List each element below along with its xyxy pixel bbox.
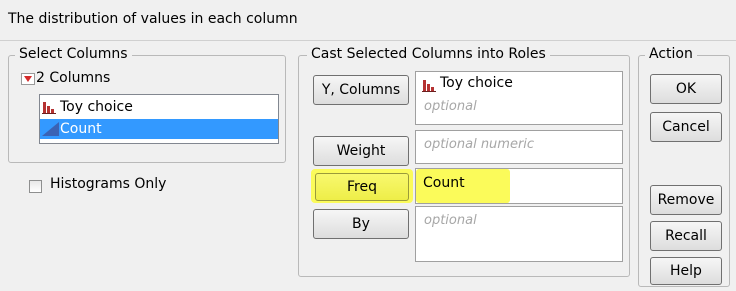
action-legend: Action: [645, 46, 697, 62]
recall-button[interactable]: Recall: [650, 221, 722, 251]
freq-button[interactable]: Freq: [315, 173, 409, 201]
select-columns-legend: Select Columns: [15, 46, 132, 62]
dialog-header: The distribution of values in each colum…: [0, 0, 736, 40]
column-count-label: 2 Columns: [36, 70, 111, 86]
list-item-label: Toy choice: [60, 99, 133, 115]
help-button[interactable]: Help: [650, 257, 722, 285]
list-item[interactable]: Count: [40, 119, 278, 139]
freq-value: Count: [423, 175, 465, 191]
collapse-toggle-icon[interactable]: [21, 73, 35, 85]
freq-field[interactable]: Count: [415, 168, 623, 204]
cast-roles-legend: Cast Selected Columns into Roles: [307, 46, 550, 62]
list-item[interactable]: Toy choice: [40, 97, 278, 117]
columns-listbox[interactable]: Toy choice Count: [39, 94, 279, 144]
continuous-triangle-icon: [42, 122, 59, 136]
remove-button[interactable]: Remove: [650, 185, 722, 215]
y-columns-placeholder: optional: [424, 99, 477, 114]
cancel-button[interactable]: Cancel: [650, 112, 722, 142]
bar-chart-icon: [42, 102, 56, 114]
y-columns-button[interactable]: Y, Columns: [313, 75, 409, 105]
bar-chart-icon: [422, 80, 436, 92]
select-columns-group: Select Columns 2 Columns Toy choice Coun…: [8, 46, 286, 163]
by-placeholder: optional: [424, 213, 477, 228]
action-group: Action OK Cancel Remove Recall Help: [638, 46, 730, 287]
weight-button[interactable]: Weight: [313, 136, 409, 166]
histograms-only-checkbox[interactable]: [29, 180, 42, 193]
list-item-label: Count: [60, 121, 102, 137]
weight-placeholder: optional numeric: [424, 137, 535, 152]
weight-field[interactable]: optional numeric: [415, 130, 623, 164]
by-field[interactable]: optional: [415, 206, 623, 262]
y-columns-value: Toy choice: [440, 75, 513, 91]
dialog-description: The distribution of values in each colum…: [8, 11, 298, 27]
ok-button[interactable]: OK: [650, 74, 722, 104]
cast-roles-group: Cast Selected Columns into Roles Y, Colu…: [298, 46, 630, 277]
y-columns-field[interactable]: Toy choice optional: [415, 71, 623, 125]
header-divider: [0, 40, 736, 41]
by-button[interactable]: By: [313, 209, 409, 239]
histograms-only-label[interactable]: Histograms Only: [50, 176, 166, 192]
